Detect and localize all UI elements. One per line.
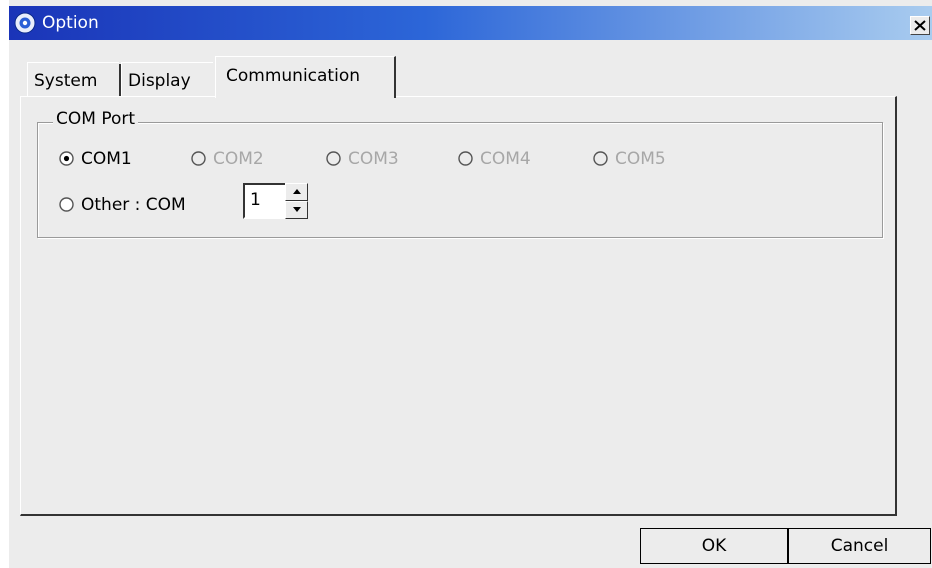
radio-com1-label: COM1 [81,149,132,169]
title-bar[interactable]: Option [9,6,932,40]
radio-checked-icon [59,151,74,166]
radio-unchecked-icon [326,151,341,166]
cancel-button[interactable]: Cancel [788,528,931,564]
spin-up-button[interactable] [285,183,308,201]
ok-button[interactable]: OK [640,528,788,564]
option-dialog: Option System Display Communication COM … [9,0,932,568]
com-port-group [37,122,883,238]
radio-unchecked-icon [458,151,473,166]
radio-com5-label: COM5 [615,149,666,169]
com-port-group-label: COM Port [53,108,139,130]
tab-communication[interactable]: Communication [215,56,396,98]
radio-other-label: Other : COM [81,195,186,215]
arrow-down-icon [293,207,301,212]
radio-com2-label: COM2 [213,149,264,169]
tab-system[interactable]: System [27,62,119,96]
radio-unchecked-icon [59,197,74,212]
spin-down-button[interactable] [285,201,308,219]
arrow-up-icon [293,189,301,194]
radio-unchecked-icon [593,151,608,166]
app-gear-icon [13,11,37,35]
close-button[interactable] [910,16,930,35]
tab-display[interactable]: Display [121,62,213,96]
radio-com3-label: COM3 [348,149,399,169]
radio-com4-label: COM4 [480,149,531,169]
window-title: Option [42,13,99,33]
close-icon [914,20,926,31]
com-number-input[interactable]: 1 [243,183,285,219]
radio-unchecked-icon [191,151,206,166]
